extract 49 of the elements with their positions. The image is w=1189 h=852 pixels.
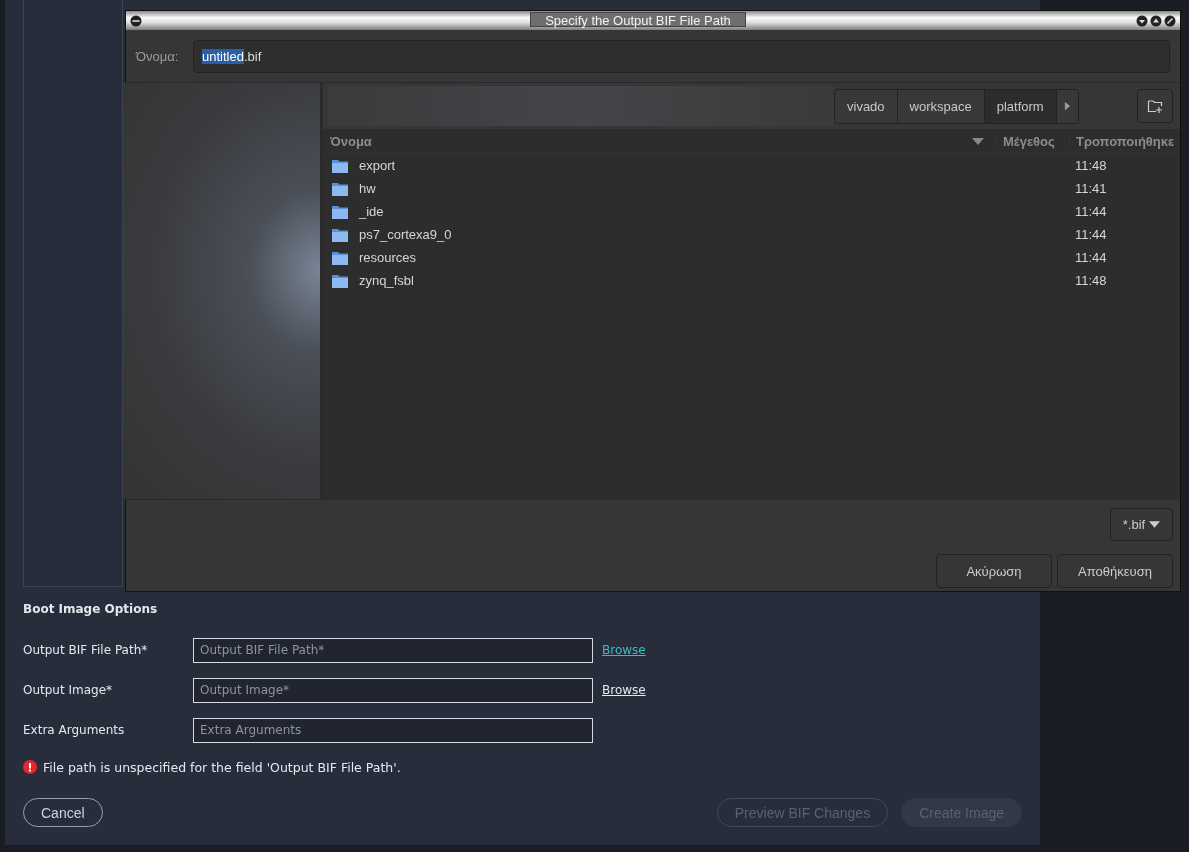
path-button[interactable]: platform — [984, 89, 1057, 123]
field-label: Output Image* — [23, 683, 114, 697]
field-label: Extra Arguments — [23, 723, 126, 737]
modified-time: 11:44 — [1075, 250, 1108, 265]
modified-time: 11:44 — [1075, 227, 1108, 242]
input-field[interactable]: Output Image* — [193, 677, 593, 703]
section-heading: Boot Image Options — [23, 602, 159, 618]
input-field[interactable]: Extra Arguments — [193, 717, 593, 743]
file-name[interactable]: hw — [359, 181, 1075, 196]
folder-icon — [332, 203, 348, 220]
file-type-dropdown[interactable]: *.bif — [1110, 508, 1173, 541]
close-icon[interactable] — [1164, 14, 1176, 27]
dialog-button[interactable]: Αποθήκευση — [1057, 554, 1173, 588]
file-name[interactable]: _ide — [359, 204, 1075, 219]
path-button[interactable]: vivado — [835, 89, 898, 123]
minimize-icon[interactable] — [1136, 14, 1148, 27]
error-icon — [23, 760, 37, 774]
dropdown-caret-icon — [1149, 521, 1161, 528]
file-name[interactable]: zynq_fsbl — [359, 273, 1075, 288]
input-field[interactable]: Output BIF File Path* — [193, 637, 593, 663]
browse-link[interactable]: Browse — [602, 683, 646, 697]
file-name[interactable]: export — [359, 158, 1075, 173]
window-menu-icon[interactable] — [130, 14, 142, 27]
modified-time: 11:48 — [1075, 158, 1108, 173]
field-label: Output BIF File Path* — [23, 643, 149, 657]
new-folder-icon — [1147, 98, 1163, 114]
window-title: Specify the Output BIF File Path — [530, 12, 746, 27]
error-message: File path is unspecified for the field 'Output BIF File Path'. — [43, 759, 401, 775]
filename-field[interactable]: untitled.bif — [193, 39, 1170, 73]
name-label: Όνομα: — [136, 48, 180, 64]
maximize-icon[interactable] — [1150, 14, 1162, 27]
new-folder-button[interactable] — [1137, 89, 1173, 123]
file-name[interactable]: ps7_cortexa9_0 — [359, 227, 1075, 242]
column-header[interactable]: Τροποποιήθηκε — [1069, 133, 1180, 149]
column-header[interactable]: Όνομα — [323, 133, 972, 149]
dialog-button[interactable]: Ακύρωση — [936, 554, 1052, 588]
sort-icon — [972, 137, 984, 145]
folder-icon — [332, 272, 348, 289]
modified-time: 11:44 — [1075, 204, 1108, 219]
browse-link[interactable]: Browse — [602, 643, 646, 657]
column-header[interactable]: Μέγεθος — [996, 133, 1069, 149]
folder-icon — [332, 226, 348, 243]
folder-icon — [332, 180, 348, 197]
right-arrow-icon — [1063, 100, 1071, 112]
folder-icon — [332, 157, 348, 174]
folder-icon — [332, 249, 348, 266]
modified-time: 11:41 — [1075, 181, 1108, 196]
file-name[interactable]: resources — [359, 250, 1075, 265]
modified-time: 11:48 — [1075, 273, 1108, 288]
